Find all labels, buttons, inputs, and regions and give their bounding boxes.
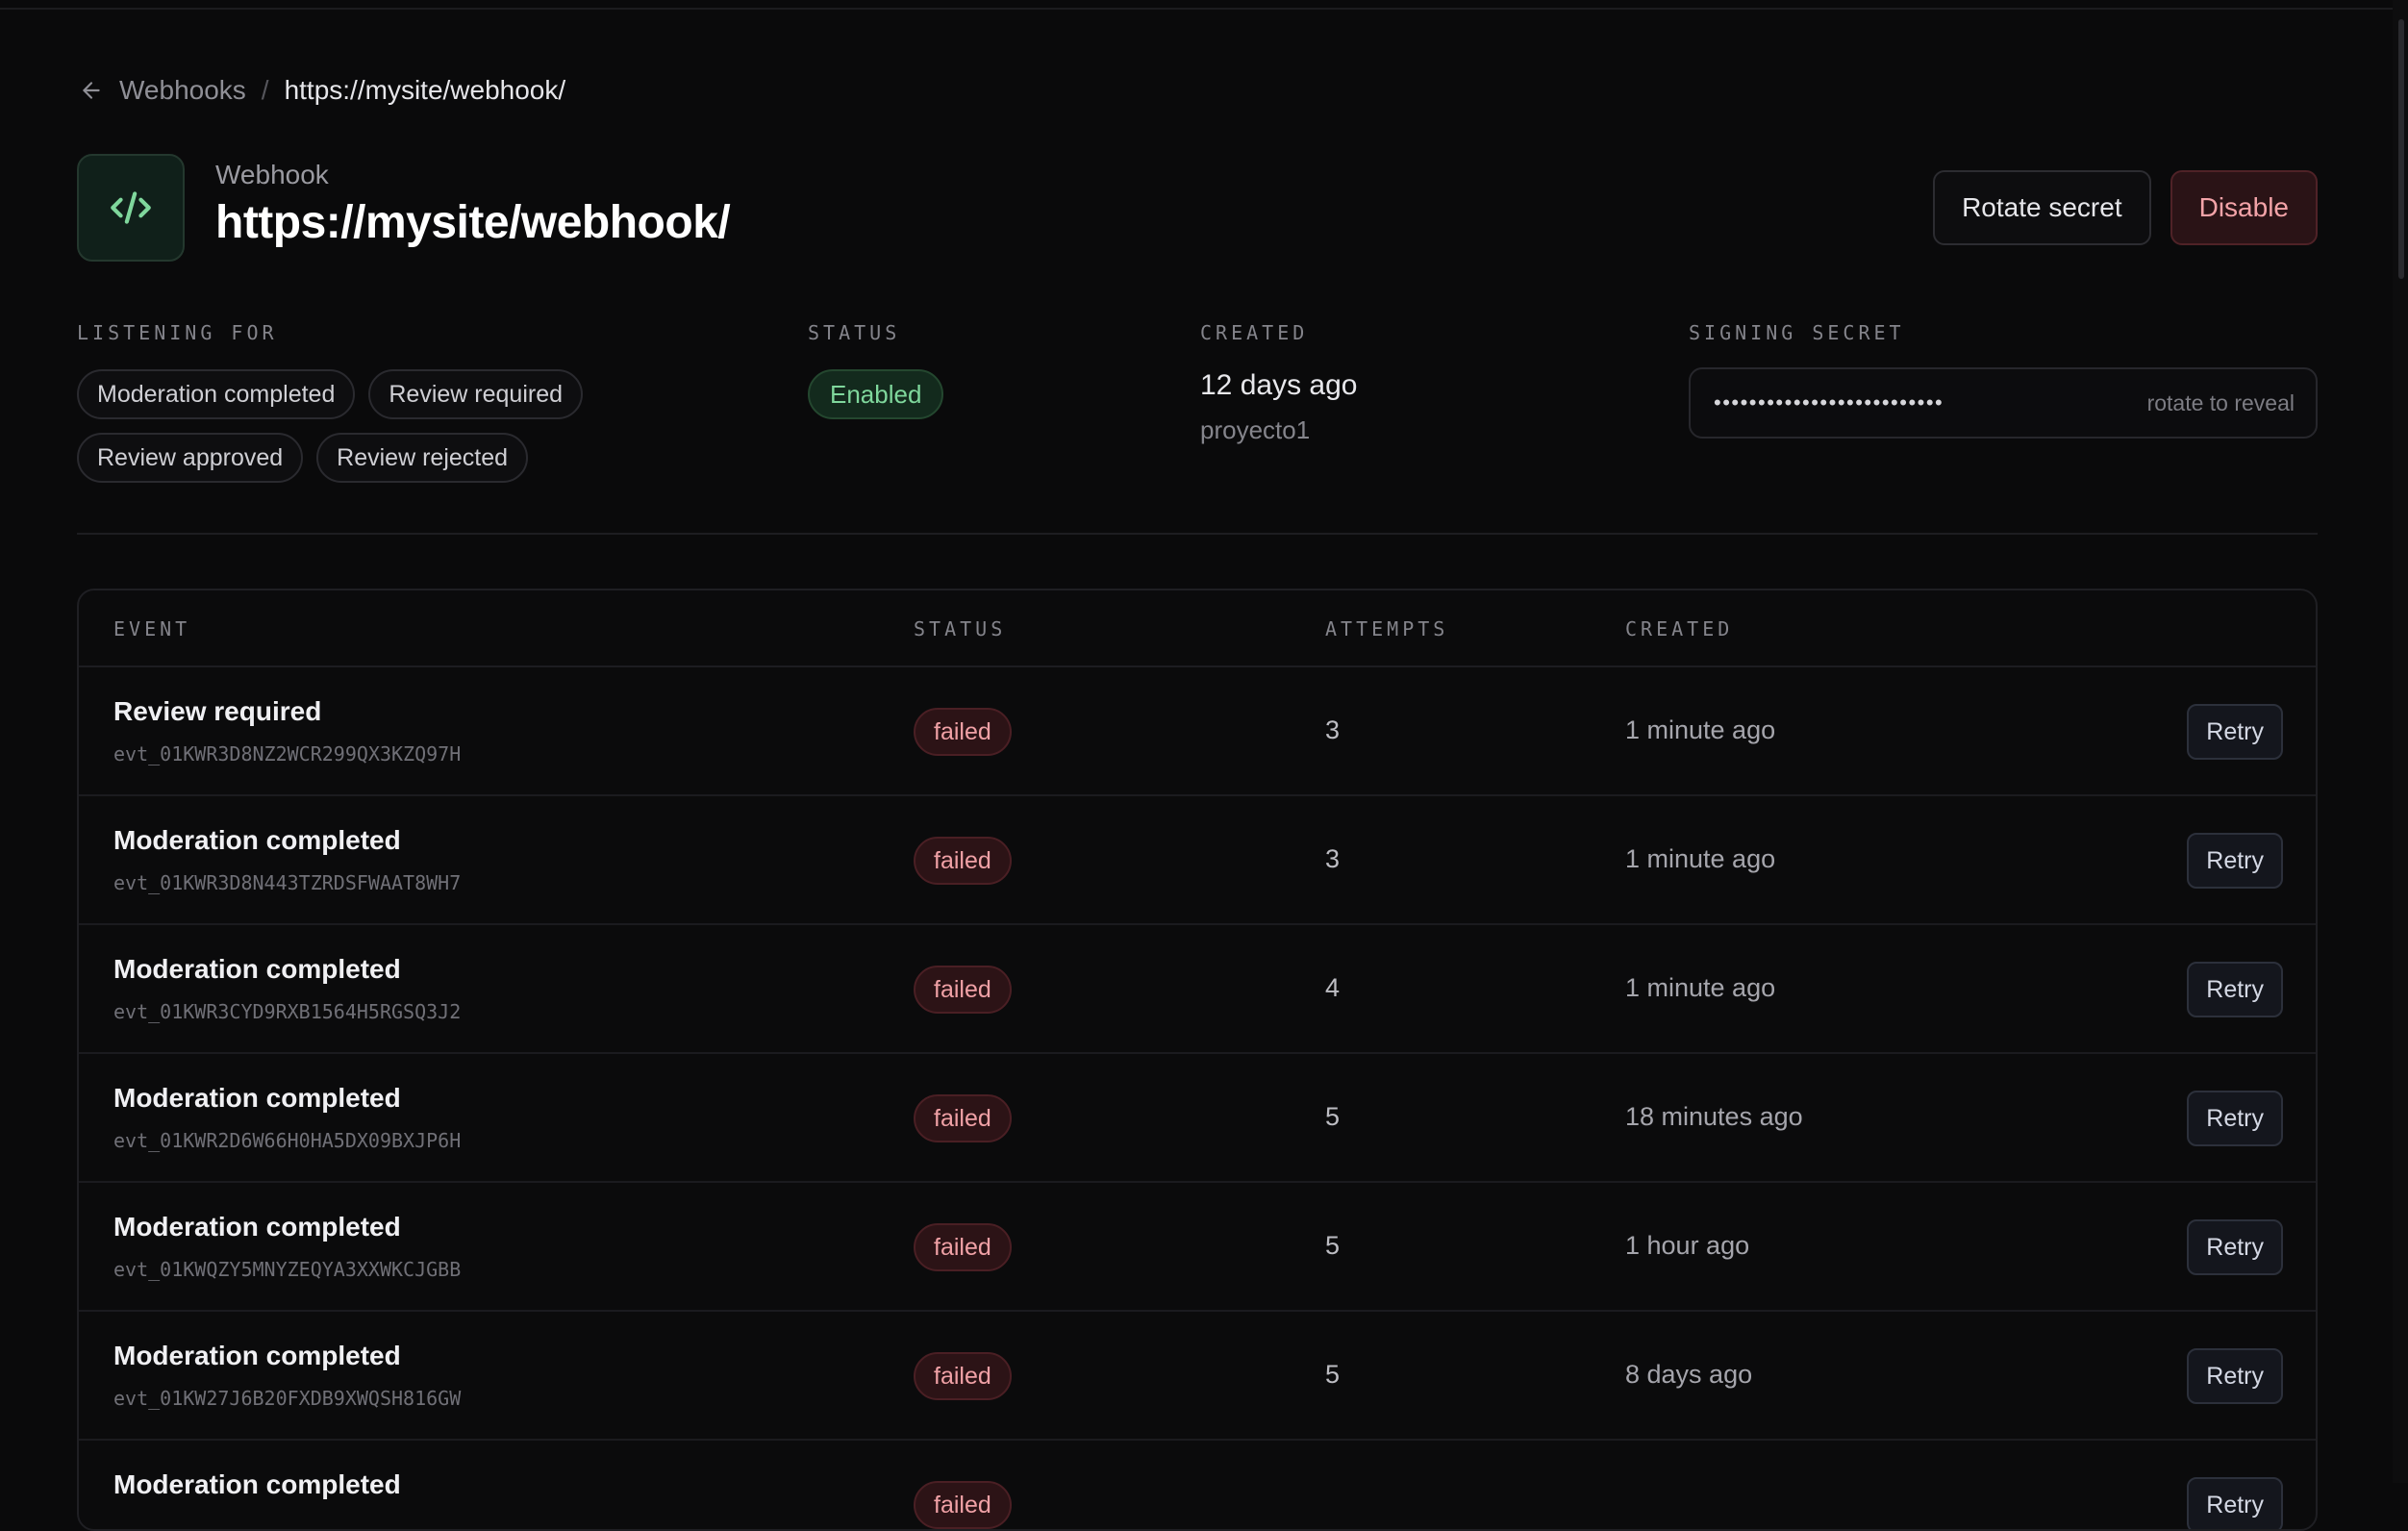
delivery-created-time: 1 minute ago [1625, 973, 1776, 1002]
delivery-status-badge: failed [914, 837, 1012, 885]
delivery-status-badge: failed [914, 966, 1012, 1014]
signing-secret-field: •••••••••••••••••••••••••• rotate to rev… [1689, 367, 2318, 439]
event-id: evt_01KWR2D6W66H0HA5DX09BXJP6H [113, 1129, 462, 1152]
table-body: Review required evt_01KWR3D8NZ2WCR299QX3K… [79, 667, 2316, 1529]
delivery-status-badge: failed [914, 1481, 1012, 1529]
breadcrumb-current: https://mysite/webhook/ [284, 75, 566, 105]
created-time: 12 days ago [1200, 369, 1358, 401]
event-name: Moderation completed [113, 1212, 401, 1242]
delivery-created-time: 1 hour ago [1625, 1231, 1750, 1260]
event-name: Moderation completed [113, 954, 401, 984]
status-badge: Enabled [808, 369, 944, 419]
event-chip: Review approved [77, 433, 304, 483]
attempts-count: 5 [1325, 1102, 1341, 1131]
event-name: Moderation completed [113, 825, 401, 855]
breadcrumb-separator: / [261, 75, 269, 105]
event-chip-list: Moderation completed Review required Rev… [77, 369, 789, 483]
event-name: Review required [113, 696, 322, 726]
created-by-project: proyecto1 [1200, 415, 1311, 444]
column-status: STATUS [914, 617, 1007, 640]
page-kicker: Webhook [215, 160, 329, 189]
column-created: CREATED [1625, 617, 1734, 640]
attempts-count: 3 [1325, 844, 1341, 873]
created-label: CREATED [1200, 321, 1309, 344]
event-id: evt_01KW27J6B20FXDB9XWQSH816GW [113, 1387, 462, 1410]
retry-button[interactable]: Retry [2187, 1091, 2283, 1146]
event-id: evt_01KWR3CYD9RXB1564H5RGSQ3J2 [113, 1000, 462, 1023]
event-name: Moderation completed [113, 1083, 401, 1113]
retry-button[interactable]: Retry [2187, 833, 2283, 889]
event-name: Moderation completed [113, 1469, 401, 1499]
table-row: Review required evt_01KWR3D8NZ2WCR299QX3K… [79, 667, 2316, 796]
table-row: Moderation completed evt_01KWR3CYD9RXB156… [79, 925, 2316, 1054]
page-header: Webhook https://mysite/webhook/ Rotate s… [77, 154, 2318, 262]
rotate-secret-button[interactable]: Rotate secret [1933, 170, 2151, 245]
attempts-count: 3 [1325, 715, 1341, 744]
status-label: STATUS [808, 321, 901, 344]
column-attempts: ATTEMPTS [1325, 617, 1449, 640]
retry-button[interactable]: Retry [2187, 1348, 2283, 1404]
delivery-created-time: 18 minutes ago [1625, 1102, 1803, 1131]
table-row: Moderation completed evt_01KW27J6B20FXDB9… [79, 1312, 2316, 1441]
page-title: https://mysite/webhook/ [215, 197, 731, 248]
retry-button[interactable]: Retry [2187, 1477, 2283, 1529]
webhook-detail-page: Webhooks / https://mysite/webhook/ Webho… [77, 0, 2318, 1531]
event-name: Moderation completed [113, 1341, 401, 1370]
delivery-status-badge: failed [914, 708, 1012, 756]
listening-for-label: LISTENING FOR [77, 321, 278, 344]
back-arrow-icon[interactable] [77, 76, 106, 105]
column-event: EVENT [113, 617, 191, 640]
delivery-created-time: 1 minute ago [1625, 844, 1776, 873]
table-row: Moderation completed evt_01KWQZY5MNYZEQYA… [79, 1183, 2316, 1312]
retry-button[interactable]: Retry [2187, 962, 2283, 1017]
delivery-status-badge: failed [914, 1352, 1012, 1400]
table-row: Moderation completed failed Retry [79, 1441, 2316, 1529]
delivery-status-badge: failed [914, 1223, 1012, 1271]
header-actions: Rotate secret Disable [1933, 170, 2318, 245]
table-header: EVENT STATUS ATTEMPTS CREATED [79, 590, 2316, 667]
delivery-status-badge: failed [914, 1094, 1012, 1142]
delivery-created-time: 8 days ago [1625, 1360, 1753, 1389]
attempts-count: 5 [1325, 1231, 1341, 1260]
event-id: evt_01KWQZY5MNYZEQYA3XXWKCJGBB [113, 1258, 462, 1281]
signing-secret-label: SIGNING SECRET [1689, 321, 1905, 344]
event-chip: Review rejected [316, 433, 529, 483]
scrollbar[interactable] [2393, 0, 2408, 1483]
secret-mask: •••••••••••••••••••••••••• [1714, 390, 1944, 414]
secret-hint: rotate to reveal [2146, 389, 2295, 415]
section-divider [77, 533, 2318, 535]
delivery-created-time: 1 minute ago [1625, 715, 1776, 744]
event-chip: Review required [368, 369, 584, 419]
attempts-count: 5 [1325, 1360, 1341, 1389]
retry-button[interactable]: Retry [2187, 704, 2283, 760]
code-icon [77, 154, 185, 262]
table-row: Moderation completed evt_01KWR3D8N443TZRD… [79, 796, 2316, 925]
disable-button[interactable]: Disable [2170, 170, 2318, 245]
event-id: evt_01KWR3D8NZ2WCR299QX3KZQ97H [113, 742, 462, 766]
deliveries-table: EVENT STATUS ATTEMPTS CREATED Review req… [77, 589, 2318, 1531]
table-row: Moderation completed evt_01KWR2D6W66H0HA5… [79, 1054, 2316, 1183]
attempts-count: 4 [1325, 973, 1341, 1002]
scrollbar-thumb[interactable] [2398, 19, 2404, 279]
retry-button[interactable]: Retry [2187, 1219, 2283, 1275]
breadcrumb: Webhooks / https://mysite/webhook/ [77, 69, 565, 112]
event-id: evt_01KWR3D8N443TZRDSFWAAT8WH7 [113, 871, 462, 894]
event-chip: Moderation completed [77, 369, 356, 419]
breadcrumb-webhooks-link[interactable]: Webhooks [119, 75, 246, 106]
